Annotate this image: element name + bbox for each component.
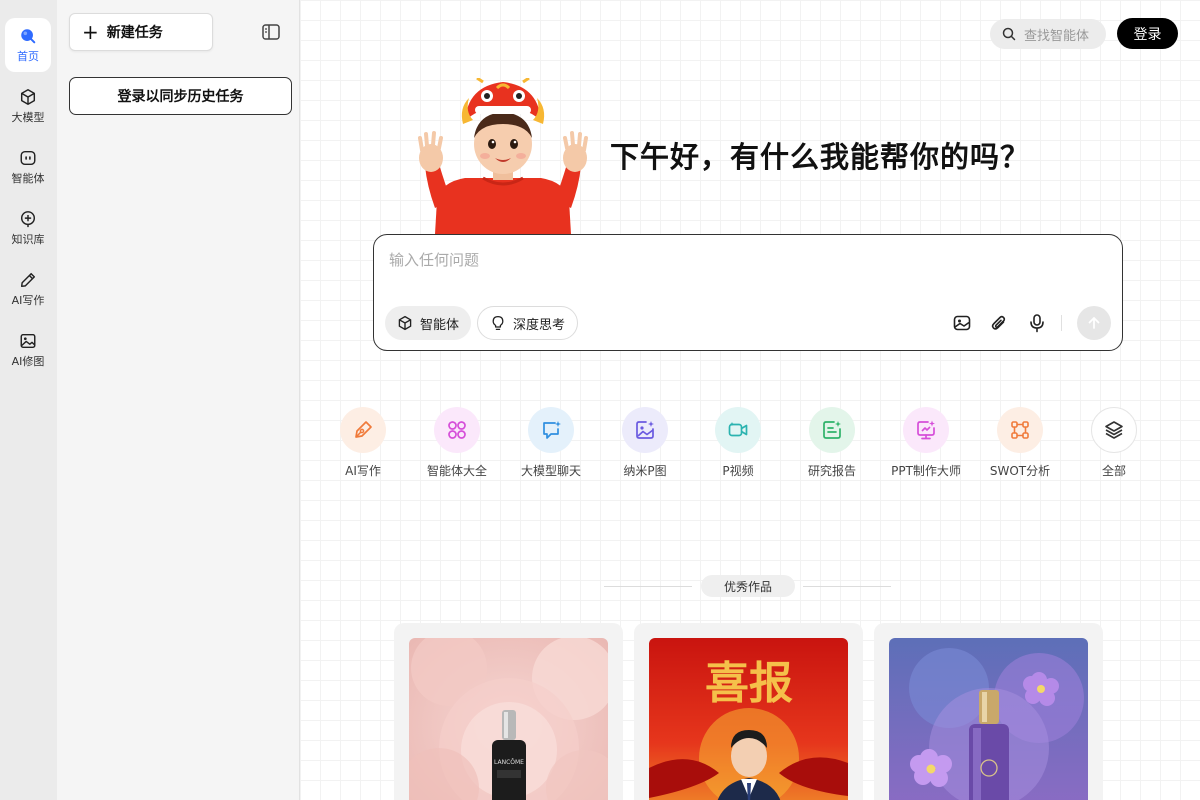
rail-label-ai-writing: AI写作 bbox=[11, 293, 45, 307]
quick-action-icon-bg bbox=[528, 407, 574, 453]
quick-action-label: SWOT分析 bbox=[989, 464, 1051, 478]
attachment-icon[interactable] bbox=[989, 313, 1009, 333]
chat-input[interactable] bbox=[389, 249, 1089, 271]
quick-action-label: 智能体大全 bbox=[426, 464, 487, 478]
plus-icon: + bbox=[82, 20, 99, 44]
upload-image-icon[interactable] bbox=[952, 313, 972, 333]
quick-action-icon-bg bbox=[1091, 407, 1137, 453]
quick-action-icon-bg bbox=[809, 407, 855, 453]
microphone-icon[interactable] bbox=[1027, 313, 1047, 333]
showcase-divider-left bbox=[604, 586, 692, 587]
quick-action-research-report[interactable]: 研究报告 bbox=[785, 407, 879, 479]
rail-item-ai-photo[interactable]: AI修图 bbox=[5, 323, 51, 377]
rail-item-models[interactable]: 大模型 bbox=[5, 79, 51, 133]
task-panel: + 新建任务 登录以同步历史任务 bbox=[57, 0, 300, 800]
quick-action-ppt-master[interactable]: PPT制作大师 bbox=[879, 407, 973, 479]
cube-icon bbox=[20, 88, 36, 105]
quick-action-label: 纳米P图 bbox=[623, 464, 667, 478]
layers-icon bbox=[1105, 421, 1123, 439]
chat-bubble-icon bbox=[543, 421, 561, 439]
quick-action-icon-bg bbox=[715, 407, 761, 453]
showcase-card[interactable]: 喜报 bbox=[634, 623, 863, 800]
sidebar-toggle-icon[interactable] bbox=[260, 21, 282, 43]
deep-think-label: 深度思考 bbox=[513, 317, 566, 333]
search-icon bbox=[1002, 27, 1016, 41]
photo-edit-icon bbox=[636, 421, 654, 439]
presentation-icon bbox=[917, 420, 935, 440]
rail-label-home: 首页 bbox=[17, 49, 39, 63]
quick-action-icon-bg bbox=[340, 407, 386, 453]
lancome-brand-text: LANCÔME bbox=[494, 759, 524, 766]
rail-label-agents: 智能体 bbox=[11, 171, 45, 185]
quick-action-swot[interactable]: SWOT分析 bbox=[973, 407, 1067, 479]
new-task-label: 新建任务 bbox=[106, 25, 163, 41]
lancome-serum-image: LANCÔME bbox=[409, 638, 608, 800]
quick-action-icon-bg bbox=[434, 407, 480, 453]
agent-mode-button[interactable]: 智能体 bbox=[385, 306, 472, 340]
rail-item-knowledge[interactable]: 知识库 bbox=[5, 201, 51, 255]
icon-rail: 首页 大模型 智能体 知识库 AI写作 AI修图 bbox=[0, 0, 57, 800]
rail-label-knowledge: 知识库 bbox=[11, 232, 45, 246]
quick-action-icon-bg bbox=[622, 407, 668, 453]
purple-perfume-image bbox=[889, 638, 1088, 800]
quick-action-label: AI写作 bbox=[345, 464, 381, 478]
agent-mode-label: 智能体 bbox=[420, 317, 460, 333]
good-news-poster-image: 喜报 bbox=[649, 638, 848, 800]
good-news-headline: 喜报 bbox=[705, 658, 793, 709]
quick-action-label: PPT制作大师 bbox=[891, 464, 961, 478]
login-button[interactable]: 登录 bbox=[1117, 18, 1178, 49]
quick-action-label: 全部 bbox=[1101, 464, 1126, 478]
rail-item-ai-writing[interactable]: AI写作 bbox=[5, 262, 51, 316]
greeting-heading: 下午好，有什么我能帮你的吗？ bbox=[610, 140, 1031, 174]
showcase-divider-right bbox=[803, 586, 891, 587]
quick-action-agent-directory[interactable]: 智能体大全 bbox=[410, 407, 504, 479]
main-area: 查找智能体 登录 下午好，有什么我能帮你的吗？ 输入任何问题 智能体 深度思考 … bbox=[300, 0, 1200, 800]
chat-composer: 智能体 深度思考 bbox=[373, 234, 1123, 351]
rail-item-home[interactable]: 首页 bbox=[5, 18, 51, 72]
quick-action-icon-bg bbox=[903, 407, 949, 453]
robot-icon bbox=[20, 150, 36, 165]
rail-label-models: 大模型 bbox=[11, 110, 45, 124]
new-task-button[interactable]: + 新建任务 bbox=[69, 13, 213, 51]
quick-action-model-chat[interactable]: 大模型聊天 bbox=[504, 407, 598, 479]
grid-circles-icon bbox=[448, 421, 466, 439]
rail-item-agents[interactable]: 智能体 bbox=[5, 140, 51, 194]
mascot-illustration bbox=[418, 78, 588, 234]
quick-action-icon-bg bbox=[997, 407, 1043, 453]
quick-action-label: P视频 bbox=[722, 464, 754, 478]
quick-action-label: 研究报告 bbox=[807, 464, 856, 478]
video-icon bbox=[728, 422, 748, 437]
knowledge-icon bbox=[20, 210, 36, 227]
rail-label-ai-photo: AI修图 bbox=[11, 354, 45, 368]
showcase-card[interactable] bbox=[874, 623, 1103, 800]
send-button[interactable] bbox=[1077, 306, 1111, 340]
composer-divider bbox=[1061, 315, 1062, 331]
quick-action-ai-writing[interactable]: AI写作 bbox=[316, 407, 410, 479]
search-icon bbox=[21, 28, 36, 43]
arrow-up-icon bbox=[1088, 317, 1100, 329]
quick-action-label: 大模型聊天 bbox=[520, 464, 581, 478]
cube-icon bbox=[398, 315, 412, 331]
deep-think-button[interactable]: 深度思考 bbox=[477, 306, 579, 340]
showcase-card[interactable]: LANCÔME bbox=[394, 623, 623, 800]
login-sync-button[interactable]: 登录以同步历史任务 bbox=[69, 77, 292, 115]
agent-search-placeholder: 查找智能体 bbox=[1024, 28, 1090, 44]
image-icon bbox=[20, 333, 36, 348]
nodes-icon bbox=[1011, 421, 1029, 439]
showcase-title: 优秀作品 bbox=[701, 575, 795, 597]
pencil-icon bbox=[20, 272, 36, 287]
lightbulb-icon bbox=[492, 315, 504, 331]
quick-action-nano-photo[interactable]: 纳米P图 bbox=[598, 407, 692, 479]
quick-action-all[interactable]: 全部 bbox=[1067, 407, 1161, 479]
report-icon bbox=[823, 421, 841, 439]
agent-search-input[interactable]: 查找智能体 bbox=[990, 19, 1106, 49]
quick-action-p-video[interactable]: P视频 bbox=[691, 407, 785, 479]
pen-nib-icon bbox=[355, 421, 372, 438]
